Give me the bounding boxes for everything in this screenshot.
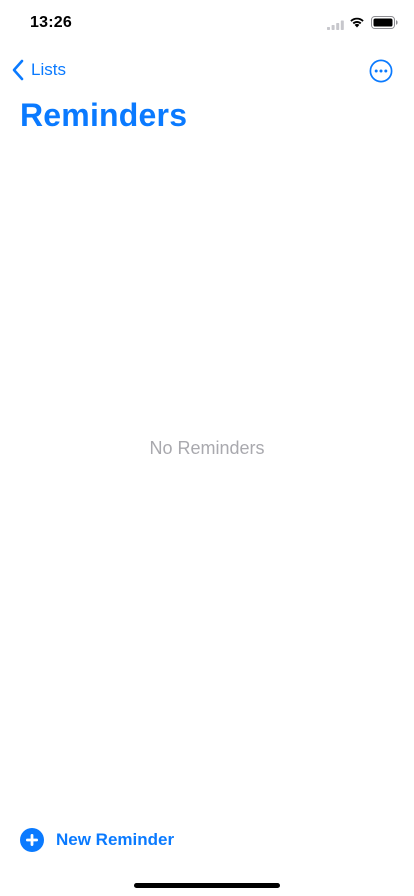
- empty-state-message: No Reminders: [149, 438, 265, 458]
- signal-icon: [327, 20, 344, 30]
- back-label: Lists: [31, 60, 66, 79]
- status-time: 13:26: [30, 14, 72, 31]
- status-bar: 13:26: [0, 0, 414, 48]
- chevron-left-icon: [12, 59, 24, 81]
- home-indicator[interactable]: [134, 883, 280, 888]
- back-button[interactable]: Lists: [11, 58, 66, 82]
- wifi-icon: [350, 17, 364, 28]
- new-reminder-label: New Reminder: [56, 830, 175, 849]
- plus-circle-icon: [20, 828, 44, 852]
- new-reminder-button[interactable]: New Reminder: [20, 828, 174, 852]
- reminders-screen: 13:26 Lists Reminders No Reminders New R…: [0, 0, 414, 896]
- page-title: Reminders: [20, 97, 188, 133]
- battery-icon: [371, 16, 398, 29]
- ellipsis-circle-icon[interactable]: [369, 59, 393, 83]
